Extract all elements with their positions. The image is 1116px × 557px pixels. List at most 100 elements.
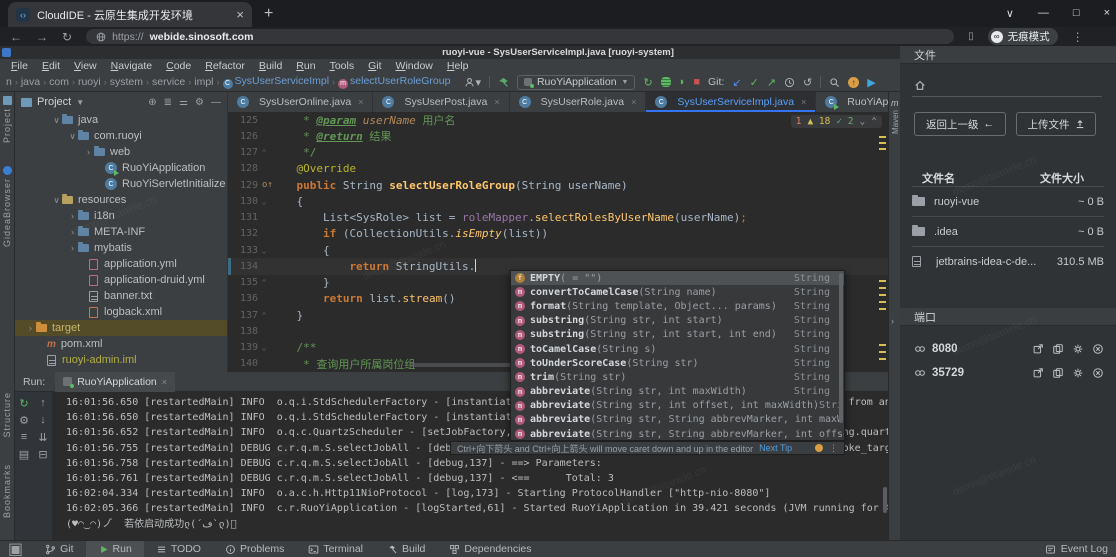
statusbar-dependencies[interactable]: Dependencies [437,541,543,557]
git-commit-icon[interactable]: ✓ [750,76,759,89]
softwrap-icon[interactable]: ≡ [16,431,33,444]
close-icon[interactable]: × [358,97,363,107]
new-tab-button[interactable]: + [264,5,273,23]
file-row[interactable]: jetbrains-idea-c-de...310.5 MB [912,246,1104,276]
fold-marker[interactable]: ⌄ [258,197,270,206]
stripe-bookmarks-label[interactable]: Bookmarks [2,464,12,518]
tree-item-pom-xml[interactable]: mpom.xml [15,336,227,352]
gear-icon[interactable] [1072,343,1084,355]
breadcrumb-item[interactable]: service [152,76,185,88]
clear-icon[interactable]: ⊟ [35,448,52,461]
stripe-project-label[interactable]: Project [2,108,12,143]
menu-file[interactable]: File [4,60,35,72]
breadcrumb-item[interactable]: ruoyi [78,76,101,88]
statusbar-git[interactable]: Git [33,541,85,557]
completion-item[interactable]: mabbreviate(String str, int offset, int … [511,399,844,413]
tree-item-i18n[interactable]: ›i18n [15,208,227,224]
tree-item-resources[interactable]: ∨resources [15,192,227,208]
breadcrumb-item[interactable]: impl [194,76,213,88]
rerun-icon[interactable]: ↻ [16,397,33,410]
history-icon[interactable] [784,77,795,88]
close-icon[interactable]: × [631,97,636,107]
tree-item-ruoyiapplication[interactable]: CRuoYiApplication [15,160,227,176]
tree-expand-icon[interactable]: › [67,227,78,237]
completion-item[interactable]: mconvertToCamelCase(String name)String [511,285,844,299]
copy-icon[interactable] [1052,343,1064,355]
breadcrumb-item[interactable]: CSysUserServiceImpl [223,75,330,89]
statusbar-problems[interactable]: Problems [213,541,296,557]
locate-icon[interactable]: ⊕ [148,97,156,108]
stripe-gideabrowser-label[interactable]: GideaBrowser [2,178,12,247]
menu-help[interactable]: Help [440,60,476,72]
completion-item[interactable]: msubstring(String str, int start)String [511,314,844,328]
statusbar-run[interactable]: Run [86,541,144,557]
print-icon[interactable]: ▤ [16,448,33,461]
project-panel-title[interactable]: Project [37,96,71,108]
git-update-icon[interactable]: ↙ [732,76,741,89]
breadcrumb-item[interactable]: java [21,76,40,88]
breadcrumb-item[interactable]: n [6,76,12,88]
menu-tools[interactable]: Tools [323,60,362,72]
tree-expand-icon[interactable]: ∨ [51,115,62,126]
tree-expand-icon[interactable]: › [67,243,78,253]
menu-run[interactable]: Run [289,60,322,72]
browser-menu-chevron-icon[interactable]: ∨ [1006,7,1014,20]
close-tab-icon[interactable]: × [236,7,244,22]
hide-panel-icon[interactable]: — [211,97,221,108]
tree-item-meta-inf[interactable]: ›META-INF [15,224,227,240]
statusbar-todo[interactable]: TODO [144,541,213,557]
back-parent-button[interactable]: 返回上一级← [914,112,1006,136]
completion-item[interactable]: mabbreviate(String str, int maxWidth)Str… [511,385,844,399]
editor-tab-sysuserserviceimpl-java[interactable]: CSysUserServiceImpl.java× [646,92,816,112]
editor-tab-sysuseronline-java[interactable]: CSysUserOnline.java× [228,92,373,112]
tree-item-ruoyi-admin-iml[interactable]: ruoyi-admin.iml [15,352,227,368]
minimize-icon[interactable]: — [1038,7,1049,19]
open-external-icon[interactable] [1032,343,1044,355]
menu-build[interactable]: Build [252,60,289,72]
menu-git[interactable]: Git [361,60,388,72]
scroll-end-icon[interactable]: ⇊ [35,431,52,444]
browser-menu-icon[interactable]: ⋮ [1072,30,1084,44]
completion-item[interactable]: mformat(String template, Object... param… [511,299,844,313]
tree-item-java[interactable]: ∨java [15,112,227,128]
up-stack-icon[interactable]: ↑ [35,397,52,410]
breadcrumb-item[interactable]: mselectUserRoleGroup [338,75,450,89]
tree-item-ruoyiservletinitialize[interactable]: CRuoYiServletInitialize [15,176,227,192]
maven-icon[interactable]: m [891,98,899,108]
tree-expand-icon[interactable]: › [83,147,94,157]
tree-item-application-druid-yml[interactable]: application-druid.yml [15,272,227,288]
file-row[interactable]: ruoyi-vue~ 0 B [912,186,1104,216]
tree-item-logback-xml[interactable]: logback.xml [15,304,227,320]
completion-item[interactable]: mabbreviate(String str, String abbrevMar… [511,427,844,441]
build-hammer-icon[interactable] [498,77,509,88]
menu-view[interactable]: View [67,60,104,72]
fold-marker[interactable]: ⌃ [258,278,270,287]
gideabrowser-icon[interactable] [3,166,12,175]
coverage-button[interactable]: ◗ [679,76,686,88]
editor-tab-sysuserpost-java[interactable]: CSysUserPost.java× [373,92,509,112]
menu-edit[interactable]: Edit [35,60,67,72]
fold-marker[interactable]: ⌃ [258,311,270,320]
settings-icon[interactable]: ⚙ [16,414,33,427]
editor-tab-sysuserrole-java[interactable]: CSysUserRole.java× [510,92,647,112]
stop-button[interactable]: ■ [693,76,700,88]
rollback-icon[interactable]: ↺ [803,76,812,89]
down-stack-icon[interactable]: ↓ [35,414,52,427]
override-gutter-icon[interactable]: o↑ [262,180,273,190]
chevron-down-icon[interactable]: ▼ [76,98,84,107]
toolwindow-switcher-icon[interactable]: ▣ [8,539,23,557]
tree-expand-icon[interactable]: ∨ [67,131,78,142]
expand-all-icon[interactable]: ≣ [164,97,172,108]
completion-item[interactable]: mtoCamelCase(String s)String [511,342,844,356]
upload-file-button[interactable]: 上传文件 [1016,112,1096,136]
git-push-icon[interactable]: ↗ [767,76,776,89]
rerun-button[interactable]: ↻ [643,76,652,89]
completion-item[interactable]: msubstring(String str, int start, int en… [511,328,844,342]
close-icon[interactable]: × [494,97,499,107]
tree-expand-icon[interactable]: › [25,323,36,333]
close-window-icon[interactable]: × [1104,7,1110,19]
user-icon[interactable]: ▾ [464,76,481,89]
search-everywhere-icon[interactable] [829,77,840,88]
maximize-icon[interactable]: □ [1073,7,1080,19]
gear-icon[interactable] [1072,367,1084,379]
